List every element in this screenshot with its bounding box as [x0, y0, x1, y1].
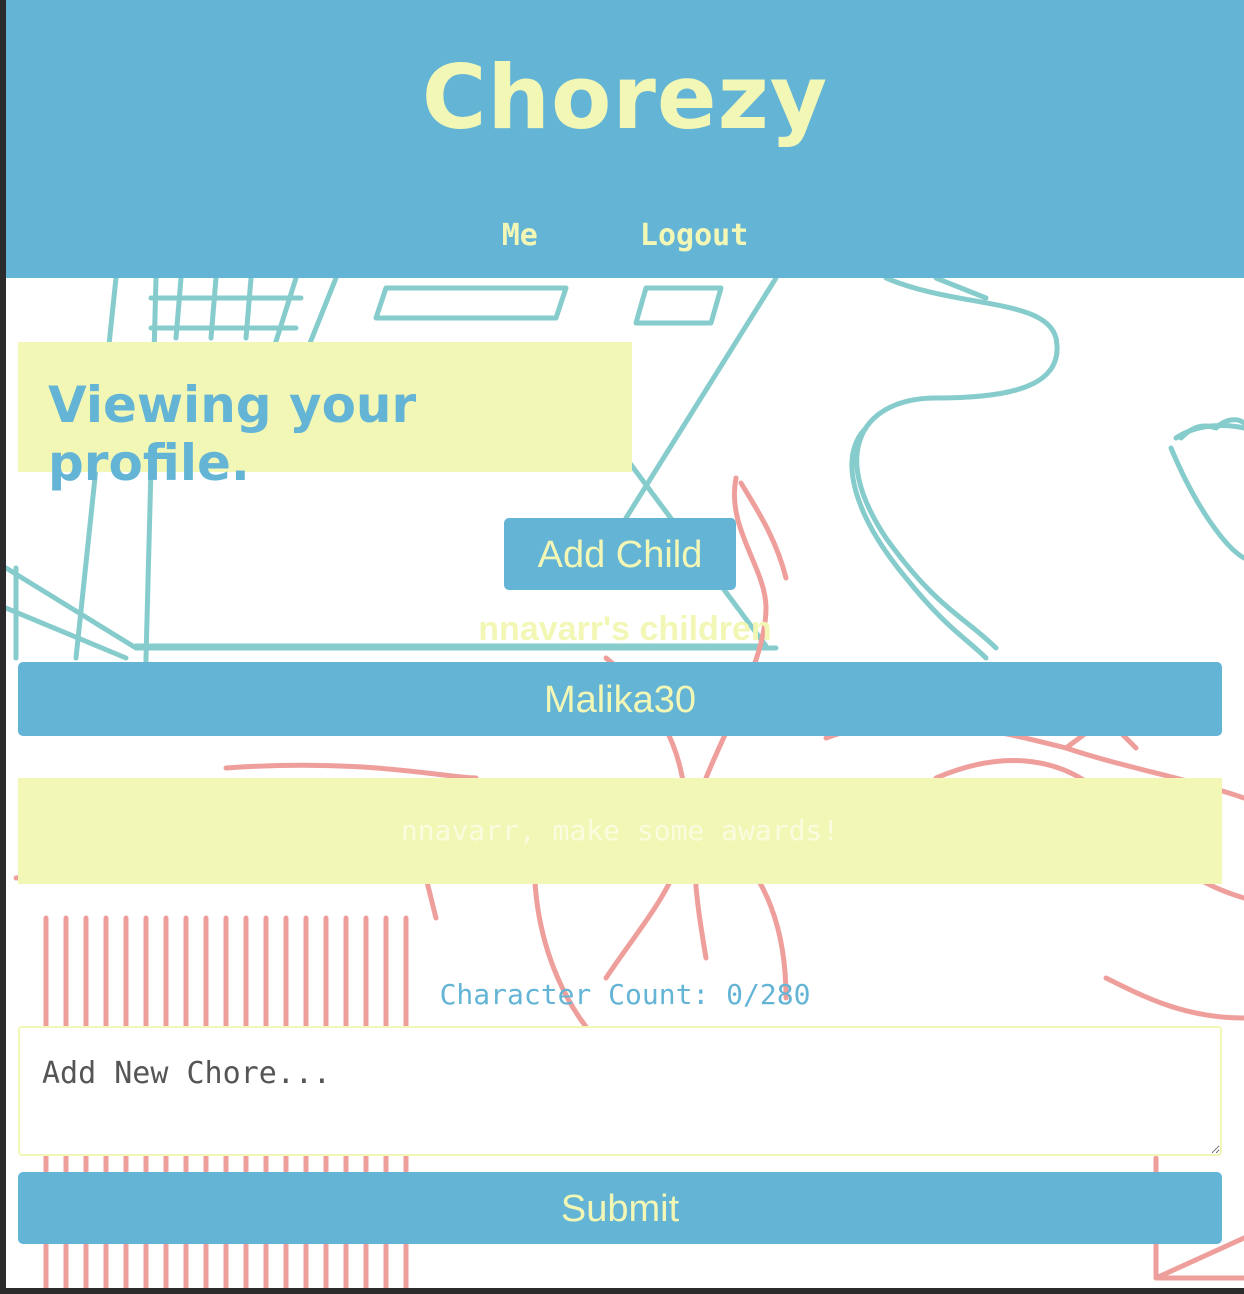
main-nav: Me Logout	[6, 218, 1244, 253]
site-header: Chorezy Me Logout	[6, 0, 1244, 278]
add-child-button[interactable]: Add Child	[504, 518, 736, 590]
child-item-button[interactable]: Malika30	[18, 662, 1222, 736]
new-chore-textarea[interactable]	[18, 1026, 1222, 1156]
profile-banner: Viewing your profile.	[18, 342, 632, 492]
awards-message: nnavarr, make some awards!	[18, 778, 1222, 884]
children-heading: nnavarr's children	[478, 610, 772, 648]
character-count: Character Count: 0/280	[439, 978, 811, 1011]
nav-item-me[interactable]: Me	[502, 218, 538, 253]
page-title: Viewing your profile.	[48, 376, 417, 492]
brand-logo-text[interactable]: Chorezy	[6, 46, 1244, 149]
page: Chorezy Me Logout Viewing your profile. …	[6, 0, 1244, 1288]
nav-item-logout[interactable]: Logout	[640, 218, 748, 253]
submit-button[interactable]: Submit	[18, 1172, 1222, 1244]
